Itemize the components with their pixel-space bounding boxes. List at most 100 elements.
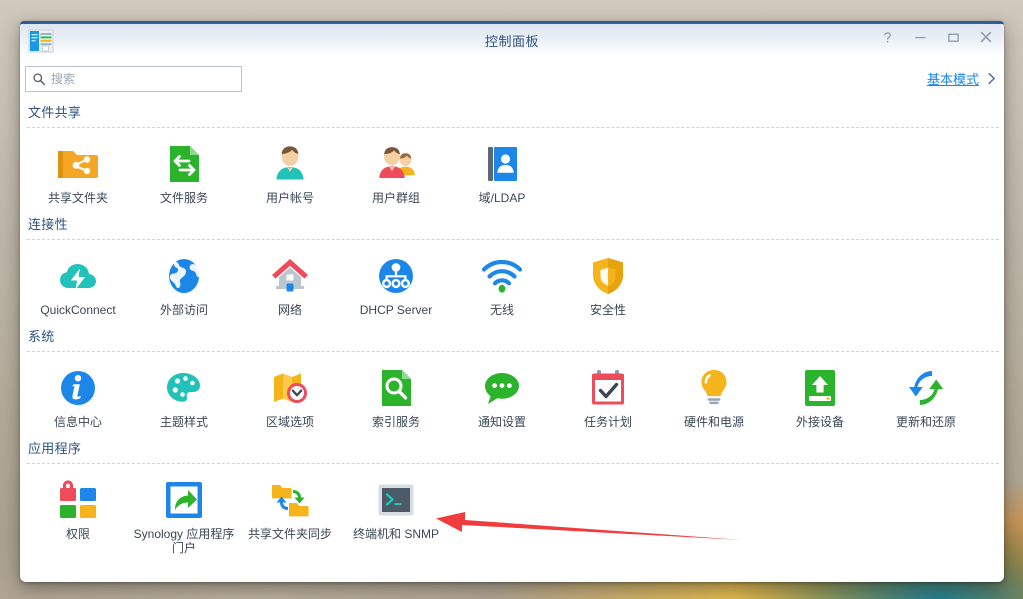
search-box[interactable] (25, 66, 242, 92)
tile-label: 共享文件夹同步 (247, 527, 332, 541)
regional-options-icon (267, 365, 313, 411)
tile-label: QuickConnect (40, 303, 116, 317)
window-controls (879, 28, 994, 46)
section-divider (27, 463, 999, 464)
help-button[interactable] (879, 28, 895, 46)
terminal-snmp-icon (373, 477, 419, 523)
chevron-right-icon (987, 72, 996, 85)
tile-label: 用户群组 (371, 191, 420, 205)
tile-regional-options[interactable]: 区域选项 (237, 363, 343, 431)
tile-terminal-snmp[interactable]: 终端机和 SNMP (343, 475, 449, 555)
tile-external-devices[interactable]: 外接设备 (767, 363, 873, 431)
section-tiles: 权限 Synology 应用程序门户 共享文件夹同步 终端机和 SNMP (25, 467, 999, 555)
tile-notification[interactable]: 通知设置 (449, 363, 555, 431)
section-divider (27, 239, 999, 240)
tile-application-portal[interactable]: Synology 应用程序门户 (131, 475, 237, 555)
tile-indexing-service[interactable]: 索引服务 (343, 363, 449, 431)
info-center-icon (55, 365, 101, 411)
toolbar: 基本模式 (20, 57, 1004, 95)
external-access-globe-icon (161, 253, 207, 299)
tile-shared-folder[interactable]: 共享文件夹 (25, 139, 131, 207)
section-tiles: 信息中心 主题样式 区域选项 索引服务 通知设置 任务计划 硬件和电源 外接设备… (25, 355, 999, 431)
tile-external-access[interactable]: 外部访问 (131, 251, 237, 319)
desktop-background: 控制面板 搜索 基本模式 文件共享 共享文件夹 文件服务 用户帐号 用户群组 域… (0, 0, 1023, 599)
tile-label: 用户帐号 (265, 191, 314, 205)
tile-task-scheduler[interactable]: 任务计划 (555, 363, 661, 431)
mode-switch-link[interactable]: 基本模式 (927, 69, 996, 88)
file-services-icon (161, 141, 207, 187)
tile-label: 终端机和 SNMP (352, 527, 439, 541)
hardware-power-bulb-icon (691, 365, 737, 411)
window-title: 控制面板 (484, 34, 539, 49)
close-button[interactable] (978, 28, 994, 46)
search-icon (32, 72, 46, 86)
control-panel-content: 文件共享 共享文件夹 文件服务 用户帐号 用户群组 域/LDAP 连接性 Qui… (20, 97, 1004, 555)
section-file-sharing: 文件共享 共享文件夹 文件服务 用户帐号 用户群组 域/LDAP (25, 97, 999, 207)
shared-folder-sync-icon (267, 477, 313, 523)
tile-label: 文件服务 (159, 191, 208, 205)
external-devices-icon (797, 365, 843, 411)
user-account-icon (267, 141, 313, 187)
domain-ldap-icon (479, 141, 525, 187)
theme-palette-icon (161, 365, 207, 411)
tile-hardware-power[interactable]: 硬件和电源 (661, 363, 767, 431)
tile-user-account[interactable]: 用户帐号 (237, 139, 343, 207)
maximize-button[interactable] (945, 28, 961, 46)
tile-label: 外接设备 (795, 415, 844, 429)
tile-user-group[interactable]: 用户群组 (343, 139, 449, 207)
section-title: 应用程序 (28, 441, 82, 456)
search-input[interactable] (51, 72, 229, 86)
application-portal-icon (161, 477, 207, 523)
tile-label: 共享文件夹 (47, 191, 108, 205)
tile-label: 无线 (489, 303, 514, 317)
section-tiles: QuickConnect 外部访问 网络 DHCP Server 无线 安全性 (25, 243, 999, 319)
tile-label: 信息中心 (53, 415, 102, 429)
tile-label: 外部访问 (159, 303, 208, 317)
control-panel-window: 控制面板 搜索 基本模式 文件共享 共享文件夹 文件服务 用户帐号 用户群组 域… (20, 21, 1004, 582)
tile-privileges[interactable]: 权限 (25, 475, 131, 555)
section-tiles: 共享文件夹 文件服务 用户帐号 用户群组 域/LDAP (25, 131, 999, 207)
tile-label: DHCP Server (359, 303, 433, 317)
section-application: 应用程序 权限 Synology 应用程序门户 共享文件夹同步 终端机和 SNM… (25, 433, 999, 555)
privileges-lock-icon (55, 477, 101, 523)
tile-label: 权限 (65, 527, 90, 541)
section-title: 系统 (28, 329, 55, 344)
tile-shared-folder-sync[interactable]: 共享文件夹同步 (237, 475, 343, 555)
notification-bubble-icon (479, 365, 525, 411)
tile-theme[interactable]: 主题样式 (131, 363, 237, 431)
section-divider (27, 127, 999, 128)
tile-file-services[interactable]: 文件服务 (131, 139, 237, 207)
tile-domain-ldap[interactable]: 域/LDAP (449, 139, 555, 207)
section-title: 连接性 (28, 217, 68, 232)
tile-label: 主题样式 (159, 415, 208, 429)
tile-label: 索引服务 (371, 415, 420, 429)
dhcp-server-icon (373, 253, 419, 299)
section-divider (27, 351, 999, 352)
wireless-wifi-icon (479, 253, 525, 299)
tile-label: 通知设置 (477, 415, 526, 429)
quickconnect-cloud-icon (55, 253, 101, 299)
tile-label: 区域选项 (265, 415, 314, 429)
shared-folder-icon (55, 141, 101, 187)
tile-info-center[interactable]: 信息中心 (25, 363, 131, 431)
tile-update-restore[interactable]: 更新和还原 (873, 363, 979, 431)
user-group-icon (373, 141, 419, 187)
section-system: 系统 信息中心 主题样式 区域选项 索引服务 通知设置 任务计划 硬件和电源 外… (25, 321, 999, 431)
tile-dhcp-server[interactable]: DHCP Server (343, 251, 449, 319)
tile-label: 任务计划 (583, 415, 632, 429)
tile-network[interactable]: 网络 (237, 251, 343, 319)
tile-wireless[interactable]: 无线 (449, 251, 555, 319)
security-shield-icon (585, 253, 631, 299)
tile-label: 网络 (277, 303, 302, 317)
window-titlebar[interactable]: 控制面板 (20, 24, 1004, 57)
tile-label: 域/LDAP (478, 191, 526, 205)
mode-switch-label: 基本模式 (926, 72, 979, 87)
network-house-icon (267, 253, 313, 299)
section-connectivity: 连接性 QuickConnect 外部访问 网络 DHCP Server 无线 … (25, 209, 999, 319)
tile-quickconnect[interactable]: QuickConnect (25, 251, 131, 319)
tile-security[interactable]: 安全性 (555, 251, 661, 319)
update-restore-icon (903, 365, 949, 411)
section-title: 文件共享 (28, 105, 82, 120)
tile-label: 安全性 (589, 303, 626, 317)
minimize-button[interactable] (912, 28, 928, 46)
